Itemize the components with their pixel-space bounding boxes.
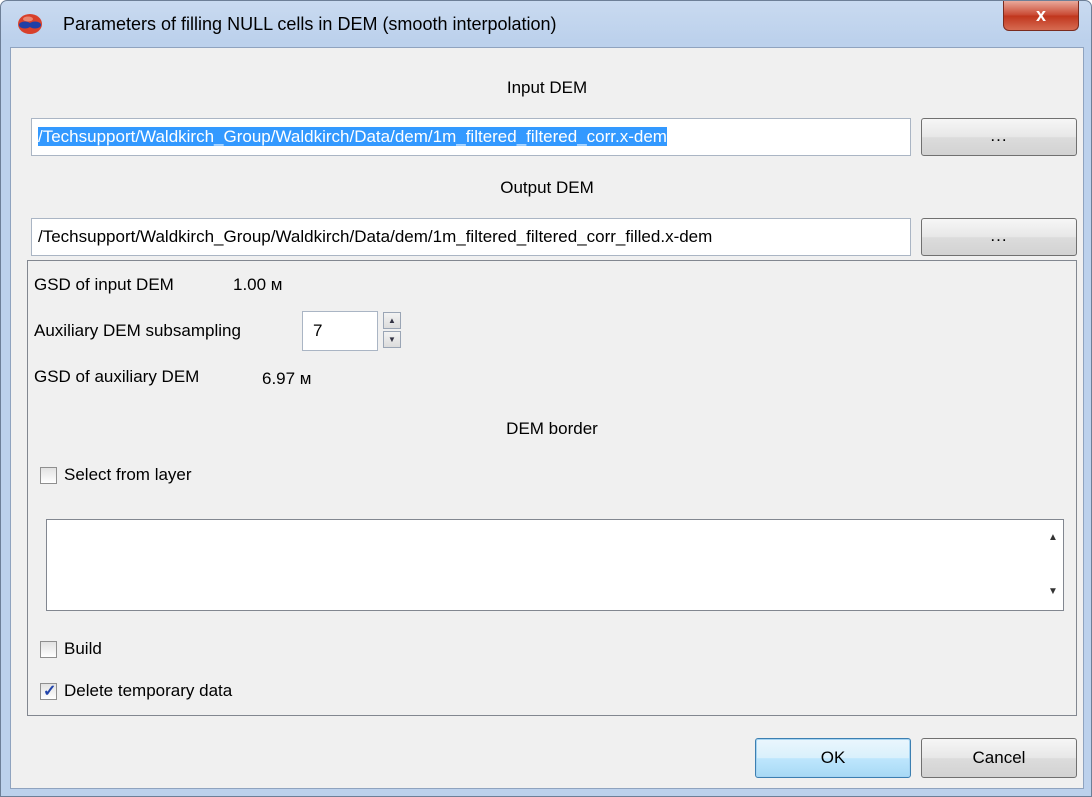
gsd-input-label: GSD of input DEM (34, 275, 174, 294)
delete-temp-checkbox[interactable]: ✓ (40, 683, 57, 700)
output-dem-browse-button[interactable]: ... (921, 218, 1077, 256)
delete-temp-label[interactable]: Delete temporary data (64, 681, 232, 701)
build-label[interactable]: Build (64, 639, 102, 659)
dialog-window: Parameters of filling NULL cells in DEM … (0, 0, 1092, 797)
textarea-scrollbar[interactable]: ▲ ▼ (1043, 520, 1063, 610)
ok-button[interactable]: OK (755, 738, 911, 778)
gsd-aux-value: 6.97 м (262, 369, 312, 388)
output-dem-heading: Output DEM (500, 178, 594, 197)
cancel-button[interactable]: Cancel (921, 738, 1077, 778)
title-bar: Parameters of filling NULL cells in DEM … (1, 1, 1091, 47)
dialog-body: Input DEM /Techsupport/Waldkirch_Group/W… (10, 47, 1084, 789)
select-from-layer-checkbox[interactable] (40, 467, 57, 484)
scroll-up-icon[interactable]: ▲ (1048, 532, 1058, 543)
subsampling-label: Auxiliary DEM subsampling (34, 321, 241, 340)
spin-down-button[interactable]: ▼ (383, 331, 401, 348)
input-dem-path-field[interactable]: /Techsupport/Waldkirch_Group/Waldkirch/D… (31, 118, 911, 156)
build-checkbox[interactable] (40, 641, 57, 658)
spin-up-button[interactable]: ▲ (383, 312, 401, 329)
gsd-aux-label: GSD of auxiliary DEM (34, 367, 200, 386)
subsampling-spinbox[interactable]: 7 (302, 311, 378, 351)
output-dem-path-field[interactable]: /Techsupport/Waldkirch_Group/Waldkirch/D… (31, 218, 911, 256)
gsd-input-value: 1.00 м (233, 275, 283, 294)
parameters-group: GSD of input DEM 1.00 м Auxiliary DEM su… (27, 260, 1077, 716)
window-title: Parameters of filling NULL cells in DEM … (63, 14, 557, 34)
dem-border-heading: DEM border (506, 419, 598, 438)
close-button[interactable]: x (1003, 1, 1079, 31)
checkmark-icon: ✓ (43, 683, 57, 700)
input-dem-heading: Input DEM (506, 78, 588, 97)
chevron-down-icon: ▼ (388, 335, 396, 344)
input-dem-browse-button[interactable]: ... (921, 118, 1077, 156)
close-icon: x (1035, 5, 1046, 25)
scroll-down-icon[interactable]: ▼ (1048, 586, 1058, 597)
select-from-layer-label[interactable]: Select from layer (64, 465, 192, 485)
chevron-up-icon: ▲ (388, 316, 396, 325)
output-dem-path-text: /Techsupport/Waldkirch_Group/Waldkirch/D… (38, 227, 713, 246)
app-logo-icon (18, 14, 42, 34)
input-dem-path-text: /Techsupport/Waldkirch_Group/Waldkirch/D… (38, 127, 667, 146)
border-text-area[interactable]: ▲ ▼ (46, 519, 1064, 611)
